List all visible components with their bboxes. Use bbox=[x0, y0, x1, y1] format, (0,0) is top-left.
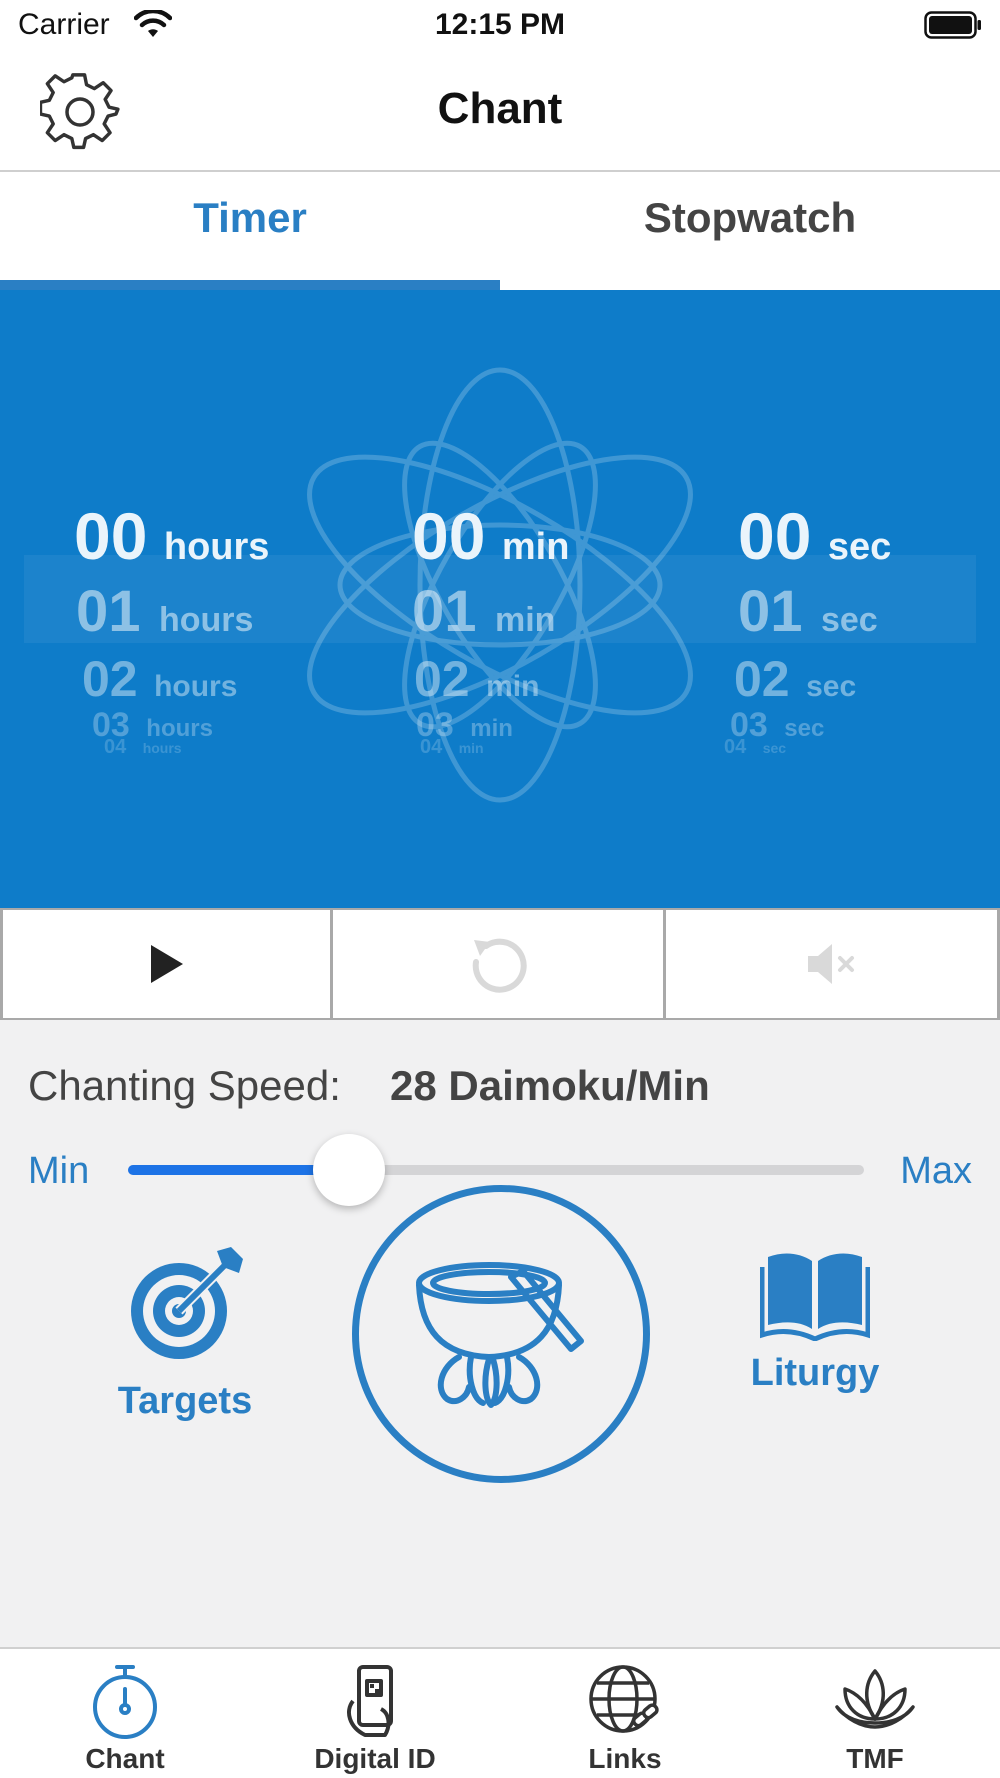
tabbar-item-tmf[interactable]: TMF bbox=[750, 1649, 1000, 1778]
play-button[interactable] bbox=[0, 910, 333, 1018]
mute-icon bbox=[807, 944, 854, 984]
slider-min-label: Min bbox=[28, 1150, 90, 1192]
tabbar-label-links: Links bbox=[588, 1743, 662, 1774]
targets-label: Targets bbox=[117, 1380, 253, 1422]
mute-button[interactable] bbox=[666, 910, 1000, 1018]
picker-seconds-1[interactable]: 01 sec bbox=[738, 578, 878, 645]
timer-controls bbox=[0, 908, 1000, 1020]
speed-slider[interactable] bbox=[128, 1134, 864, 1206]
bottom-tab-bar: Chant Digital ID Links TMF bbox=[0, 1647, 1000, 1778]
phone-id-icon bbox=[347, 1665, 393, 1737]
book-icon bbox=[759, 1253, 871, 1342]
targets-button[interactable]: Targets bbox=[110, 1245, 260, 1423]
singing-bowl-button[interactable] bbox=[352, 1185, 650, 1483]
globe-link-icon bbox=[589, 1665, 659, 1733]
stopwatch-icon bbox=[93, 1665, 157, 1739]
picker-seconds-0[interactable]: 00 sec bbox=[738, 498, 891, 574]
timer-picker[interactable]: 00 hours 01 hours 02 hours 03 hours 04 h… bbox=[0, 290, 1000, 908]
lotus-icon bbox=[835, 1669, 915, 1729]
status-time: 12:15 PM bbox=[434, 8, 566, 41]
tab-timer[interactable]: Timer bbox=[0, 172, 500, 290]
tabbar-label-chant: Chant bbox=[85, 1743, 165, 1774]
tabbar-label-tmf: TMF bbox=[846, 1743, 904, 1774]
picker-minutes-2[interactable]: 02 min bbox=[414, 650, 539, 708]
picker-minutes-4[interactable]: 04 min bbox=[420, 736, 484, 759]
chanting-speed-label: Chanting Speed: bbox=[28, 1062, 341, 1109]
chanting-speed-value: 28 Daimoku/Min bbox=[390, 1062, 710, 1109]
liturgy-button[interactable]: Liturgy bbox=[735, 1245, 895, 1395]
tabbar-item-chant[interactable]: Chant bbox=[0, 1649, 250, 1778]
liturgy-label: Liturgy bbox=[750, 1352, 880, 1394]
target-icon bbox=[131, 1247, 243, 1359]
reset-button[interactable] bbox=[333, 910, 666, 1018]
slider-max-label: Max bbox=[900, 1150, 972, 1192]
picker-hours-1[interactable]: 01 hours bbox=[76, 578, 253, 645]
reset-icon bbox=[472, 938, 527, 993]
active-tab-indicator bbox=[0, 280, 500, 290]
chant-settings: Chanting Speed: 28 Daimoku/Min Min Max T… bbox=[0, 1020, 1000, 1647]
singing-bowl-icon bbox=[416, 1262, 584, 1408]
picker-hours-4[interactable]: 04 hours bbox=[104, 736, 182, 759]
speed-slider-thumb[interactable] bbox=[312, 1134, 385, 1206]
picker-hours-0[interactable]: 00 hours bbox=[74, 498, 269, 574]
battery-icon bbox=[924, 11, 982, 44]
picker-seconds-2[interactable]: 02 sec bbox=[734, 650, 856, 708]
picker-hours-2[interactable]: 02 hours bbox=[82, 650, 237, 708]
nav-bar: Chant bbox=[0, 54, 1000, 172]
tab-stopwatch[interactable]: Stopwatch bbox=[500, 172, 1000, 290]
picker-minutes-0[interactable]: 00 min bbox=[412, 498, 569, 574]
tabbar-item-links[interactable]: Links bbox=[500, 1649, 750, 1778]
tabbar-item-digital-id[interactable]: Digital ID bbox=[250, 1649, 500, 1778]
tabbar-label-digital-id: Digital ID bbox=[314, 1743, 436, 1774]
picker-minutes-1[interactable]: 01 min bbox=[412, 578, 555, 645]
play-icon bbox=[150, 945, 183, 983]
timer-stopwatch-tabs: Timer Stopwatch bbox=[0, 172, 1000, 290]
status-bar: Carrier 12:15 PM bbox=[0, 0, 1000, 54]
page-title: Chant bbox=[437, 84, 563, 133]
picker-seconds-4[interactable]: 04 sec bbox=[724, 736, 786, 759]
